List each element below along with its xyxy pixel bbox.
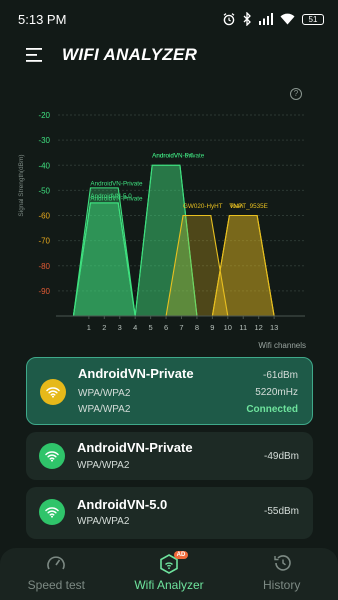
- nav-wifi-analyzer[interactable]: AD Wifi Analyzer: [113, 548, 226, 600]
- app-header: WIFI ANALYZER: [0, 38, 338, 72]
- signal-label: Toan: [229, 203, 243, 210]
- network-security-secondary: WPA/WPA2: [78, 404, 131, 415]
- network-ssid: AndroidVN-Private: [77, 440, 193, 455]
- chart-series: [72, 164, 275, 317]
- nav-label: Speed test: [27, 578, 86, 592]
- signal-label: AndroidVN-Private: [90, 195, 143, 202]
- x-tick-label: 7: [179, 323, 183, 332]
- nav-label: Wifi Analyzer: [134, 578, 204, 592]
- x-tick-label: 5: [149, 323, 153, 332]
- network-card[interactable]: AndroidVN-Private WPA/WPA2 -49dBm: [26, 432, 313, 480]
- network-card[interactable]: AndroidVN-5.0 WPA/WPA2 -55dBm: [26, 487, 313, 539]
- x-tick-label: 8: [195, 323, 199, 332]
- wifi-status-icon: [280, 13, 295, 25]
- bluetooth-icon: [243, 12, 251, 26]
- network-signal: -61dBm: [262, 370, 298, 381]
- signal-curve: [72, 202, 136, 317]
- y-axis-label: Signal Strength(dBm): [18, 154, 25, 216]
- help-icon[interactable]: ?: [290, 88, 302, 100]
- y-tick-label: -20: [38, 111, 50, 120]
- signal-label: AndroidVN-Private: [90, 180, 143, 187]
- y-tick-label: -50: [38, 186, 50, 195]
- x-tick-label: 4: [133, 323, 137, 332]
- y-tick-label: -70: [38, 237, 50, 246]
- nav-history[interactable]: History: [225, 548, 338, 600]
- network-signal: -49dBm: [263, 451, 299, 462]
- x-tick-label: 12: [255, 323, 263, 332]
- bottom-nav: Speed test AD Wifi Analyzer History: [0, 548, 338, 600]
- network-card-connected[interactable]: AndroidVN-Private WPA/WPA2 WPA/WPA2 -61d…: [26, 357, 313, 425]
- x-tick-label: 2: [102, 323, 106, 332]
- x-tick-label: 6: [164, 323, 168, 332]
- y-tick-label: -40: [38, 161, 50, 170]
- wifi-channel-chart: AndroidVN-Private AndroidVN-5.0 AndroidVN-…: [18, 111, 306, 350]
- signal-label: AndroidVN-5.0: [152, 153, 194, 160]
- x-tick-label: 1: [87, 323, 91, 332]
- nav-label: History: [263, 578, 301, 592]
- speedometer-icon: [47, 556, 66, 570]
- network-security: WPA/WPA2: [77, 460, 130, 471]
- x-tick-label: 11: [239, 323, 247, 332]
- signal-icon: [259, 13, 273, 25]
- ad-badge: AD: [173, 551, 189, 559]
- network-ssid: AndroidVN-5.0: [77, 497, 168, 512]
- history-icon: [273, 555, 291, 571]
- y-tick-label: -90: [38, 287, 50, 296]
- network-signal: -55dBm: [263, 506, 299, 517]
- x-tick-label: 3: [118, 323, 122, 332]
- network-security: WPA/WPA2: [77, 516, 130, 527]
- x-tick-label: 13: [270, 323, 278, 332]
- x-tick-label: 10: [224, 323, 232, 332]
- wifi-icon: [39, 443, 65, 469]
- battery-icon: 51: [302, 13, 324, 25]
- battery-level: 51: [308, 14, 318, 24]
- wifi-icon: [39, 499, 65, 525]
- page-title: WIFI ANALYZER: [62, 45, 198, 64]
- status-icons: 51: [222, 12, 324, 26]
- y-tick-label: -30: [38, 136, 50, 145]
- network-ssid: AndroidVN-Private: [78, 366, 194, 381]
- x-axis-label: Wifi channels: [258, 341, 306, 350]
- y-tick-label: -60: [38, 212, 50, 221]
- nav-speed-test[interactable]: Speed test: [0, 548, 113, 600]
- menu-icon[interactable]: [26, 48, 44, 62]
- network-security: WPA/WPA2: [78, 388, 131, 399]
- status-bar: 5:13 PM 51: [0, 0, 338, 38]
- y-tick-label: -80: [38, 262, 50, 271]
- network-frequency: 5220mHz: [255, 387, 298, 398]
- signal-curve: [211, 214, 275, 317]
- signal-label: GW020-HyHT: [183, 203, 223, 210]
- x-tick-label: 9: [210, 323, 214, 332]
- status-time: 5:13 PM: [18, 11, 67, 27]
- alarm-icon: [223, 13, 235, 26]
- wifi-icon: [40, 379, 66, 405]
- connection-status: Connected: [246, 404, 298, 415]
